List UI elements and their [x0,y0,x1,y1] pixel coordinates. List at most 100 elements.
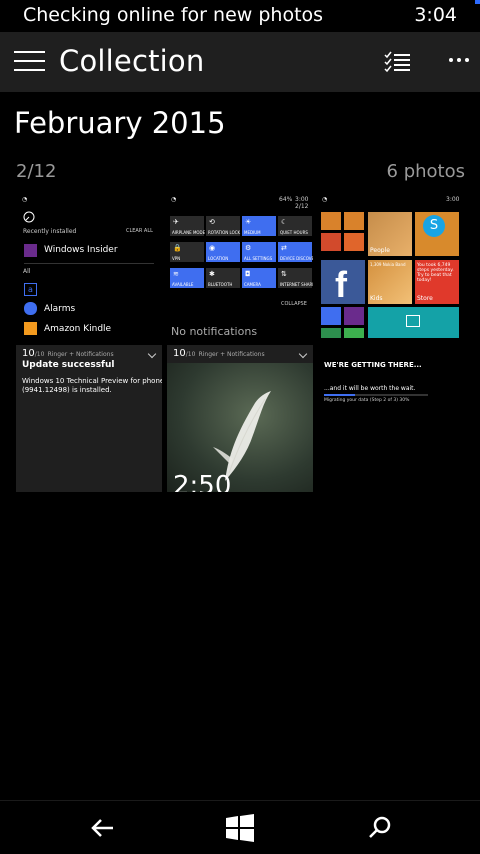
app-bar: Collection [0,32,480,92]
migration-subtitle: ...and it will be worth the wait. [324,385,416,392]
quick-action-tile[interactable]: ◉ LOCATION [206,242,240,262]
notification-body-1: Windows 10 Technical Preview for phones [22,377,162,385]
quick-action-tile[interactable]: ✱ BLUETOOTH [206,268,240,288]
notification-body-2: (9941.12498) is installed. [22,386,112,394]
signal-icon: ◔ [171,196,177,203]
photo-thumbnail-2[interactable]: ◔ 64% 3:00 2/12 ✈ AIRPLANE MODE ⟲ ROTATION … [167,192,313,342]
letter-a-tile[interactable]: a [24,283,37,296]
quick-action-icon: ✱ [209,270,215,278]
back-arrow-icon[interactable] [86,811,120,845]
tile-outlook[interactable] [321,233,341,251]
notification-indicator [475,0,480,4]
search-icon[interactable] [362,811,396,845]
date-text: 2/12 [295,203,309,210]
progress-fill [324,394,356,396]
app-windows-insider[interactable]: Windows Insider [44,245,118,255]
clock-text: 3:00 [295,196,309,203]
quick-action-icon: ◉ [209,244,216,252]
notification-header: 10/10 Ringer + Notifications [22,348,114,359]
quick-action-tile[interactable]: ☀ MEDIUM [242,216,276,236]
quick-action-label: CAMERA [244,282,261,287]
tile-small-1[interactable] [321,307,341,325]
photo-count: 6 photos [386,161,465,182]
tile-small-2[interactable] [321,328,341,338]
tile-phone[interactable] [321,212,341,230]
app-alarms[interactable]: Alarms [44,304,75,314]
progress-track [324,394,428,396]
quick-action-icon: ⟲ [209,218,215,226]
quick-action-label: BLUETOOTH [208,282,233,287]
tile-gallery[interactable] [368,307,459,338]
quick-action-label: QUIET HOURS [280,230,308,235]
quick-action-icon: ◘ [245,270,251,278]
tile-health[interactable]: You took 6,749 steps yesterday. Try to b… [415,260,459,304]
no-notifications-text: No notifications [171,325,258,338]
page-title: Collection [59,44,205,78]
month-header[interactable]: February 2015 [14,106,226,140]
quick-action-icon: ⇄ [281,244,287,252]
alarms-icon [24,302,37,315]
kindle-icon [24,322,37,335]
chevron-down-icon [147,349,157,359]
windows-start-icon[interactable] [223,811,257,845]
photo-thumbnail-4[interactable]: 10/10 Ringer + Notifications Update succ… [16,345,162,492]
hamburger-icon[interactable] [14,51,46,73]
quick-action-icon: ⇅ [281,270,287,278]
quick-action-icon: 🔒 [173,244,182,252]
notification-header: 10/10 Ringer + Notifications [173,348,265,359]
recently-installed-label: Recently installed [23,228,77,235]
quick-action-tile[interactable]: ⚙ ALL SETTINGS [242,242,276,262]
quick-action-tile[interactable]: 🔒 VPN [170,242,204,262]
select-list-icon[interactable] [384,51,412,73]
quick-action-label: INTERNET SHARING [280,282,313,287]
photo-thumbnail-6[interactable]: WE'RE GETTING THERE... ...and it will be… [318,345,464,492]
chevron-down-icon [298,349,308,359]
status-bar: Checking online for new photos 3:04 [0,0,480,32]
quick-action-tile[interactable]: ✈ AIRPLANE MODE [170,216,206,236]
tile-office[interactable] [344,233,364,251]
quick-action-label: VPN [172,256,181,261]
quick-action-tile[interactable]: ⇄ DEVICE DISCOVERY [278,242,313,262]
app-amazon-kindle[interactable]: Amazon Kindle [44,324,111,334]
feather-photo: 2:50 [167,363,313,492]
quick-action-tile[interactable]: ⇅ INTERNET SHARING [278,268,313,288]
tile-facebook[interactable]: f [321,260,365,305]
quick-action-icon: ✈ [173,218,179,226]
tile-skype[interactable]: S [415,212,459,256]
tile-people[interactable]: People [368,212,412,256]
quick-action-label: ROTATION LOCK [208,230,241,235]
photo-thumbnail-3[interactable]: ◔ 3:00 People S f 1,309 Nokia Band Kids … [318,192,464,342]
collapse-button[interactable]: COLLAPSE [281,301,307,307]
navigation-bar [0,800,480,854]
search-icon [23,211,35,223]
progress-label: Migrating your data (Step 2 of 3) 30% [324,398,410,403]
quick-action-label: AIRPLANE MODE [172,230,206,235]
notification-title: Update successful [22,360,115,370]
quick-action-icon: ⚙ [245,244,252,252]
quick-action-icon: ≋ [173,270,179,278]
quick-action-label: ALL SETTINGS [244,256,273,261]
lock-clock: 2:50 [173,471,232,492]
quick-action-label: DEVICE DISCOVERY [280,256,313,261]
tile-messaging[interactable] [344,212,364,230]
tile-photos[interactable]: 1,309 Nokia Band Kids [368,260,412,304]
windows-insider-icon [24,244,37,257]
tile-small-3[interactable] [344,328,364,338]
all-label: All [23,268,31,275]
clock-text: 3:00 [446,196,460,203]
signal-icon: ◔ [22,196,28,203]
status-message: Checking online for new photos [23,4,324,26]
photo-thumbnail-5[interactable]: 10/10 Ringer + Notifications 2:50 [167,345,313,492]
battery-text: 64% [279,196,293,203]
tile-trophy[interactable] [344,307,364,325]
quick-action-tile[interactable]: ⟲ ROTATION LOCK [206,216,240,236]
clear-all-button[interactable]: CLEAR ALL [126,228,153,234]
quick-action-icon: ☾ [281,218,288,226]
more-dots-icon[interactable] [446,58,470,64]
quick-action-tile[interactable]: ☾ QUIET HOURS [278,216,312,236]
quick-action-label: LOCATION [208,256,229,261]
photo-thumbnail-1[interactable]: ◔ Recently installed CLEAR ALL Windows I… [16,192,162,342]
quick-action-tile[interactable]: ◘ CAMERA [242,268,276,288]
quick-action-tile[interactable]: ≋ AVAILABLE [170,268,204,288]
status-time: 3:04 [414,4,457,26]
